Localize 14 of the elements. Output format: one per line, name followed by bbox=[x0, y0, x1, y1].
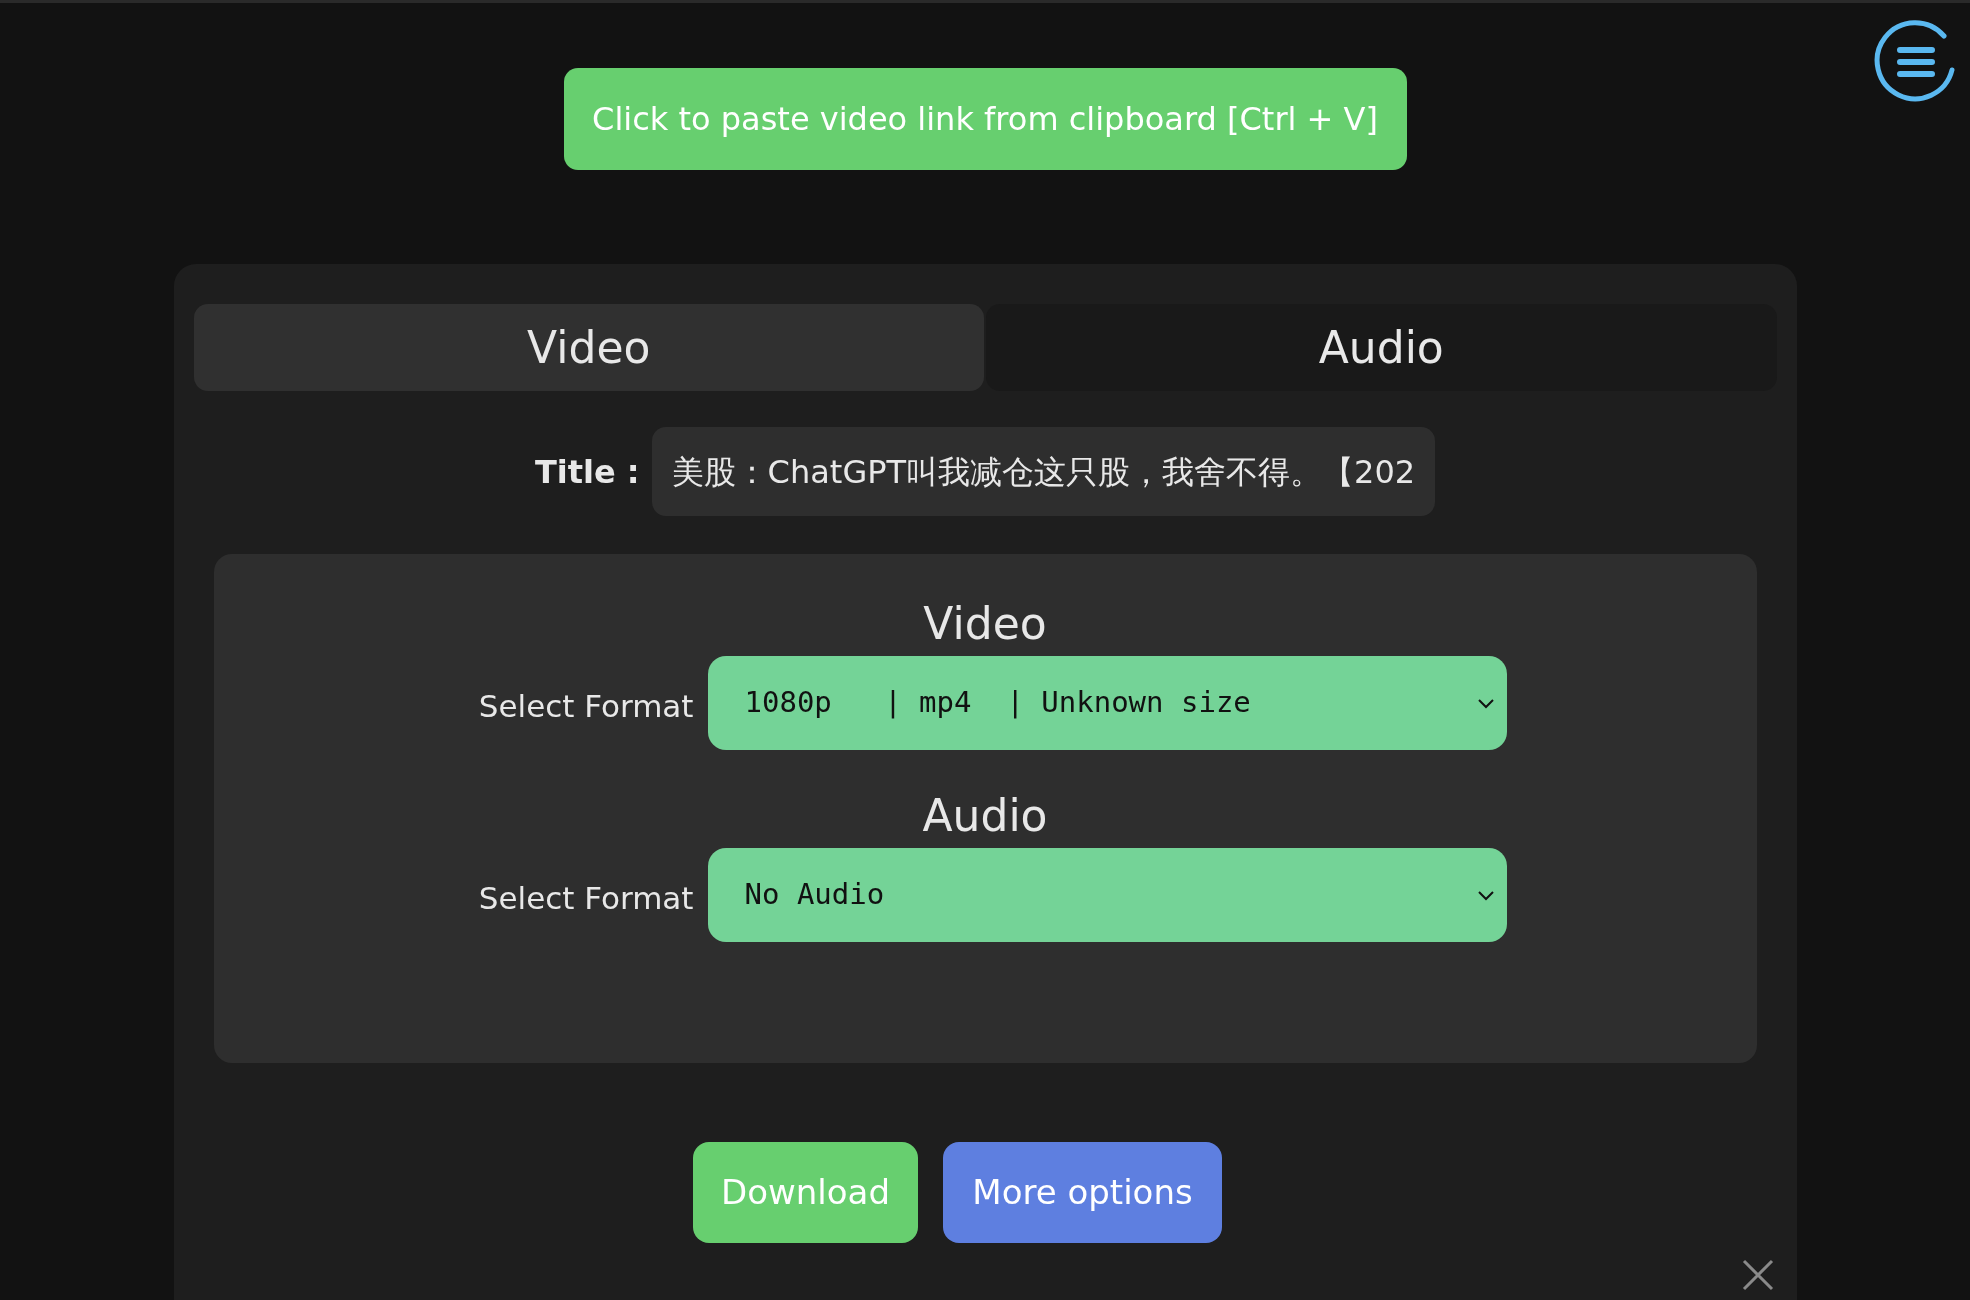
format-dropdown[interactable]: No Audio bbox=[707, 848, 1507, 942]
tab[interactable]: Video bbox=[193, 304, 984, 391]
select-format-label: Select Format bbox=[477, 878, 694, 918]
format-dropdown[interactable]: 1080p | mp4 | Unknown size bbox=[707, 656, 1507, 750]
more-options-button[interactable]: More options bbox=[943, 1142, 1222, 1243]
title-field[interactable]: 美股：ChatGPT叫我减仓这只股，我舍不得。【202 bbox=[651, 427, 1436, 516]
chevron-down-icon bbox=[1476, 889, 1495, 901]
section-heading: Audio bbox=[922, 789, 1048, 843]
close-icon[interactable] bbox=[1742, 1259, 1774, 1291]
select-format-label: Select Format bbox=[477, 686, 694, 726]
title-label: Title : bbox=[534, 451, 640, 493]
chevron-down-icon bbox=[1476, 697, 1495, 709]
tab[interactable]: Audio bbox=[986, 304, 1777, 391]
section-heading: Video bbox=[923, 597, 1047, 651]
